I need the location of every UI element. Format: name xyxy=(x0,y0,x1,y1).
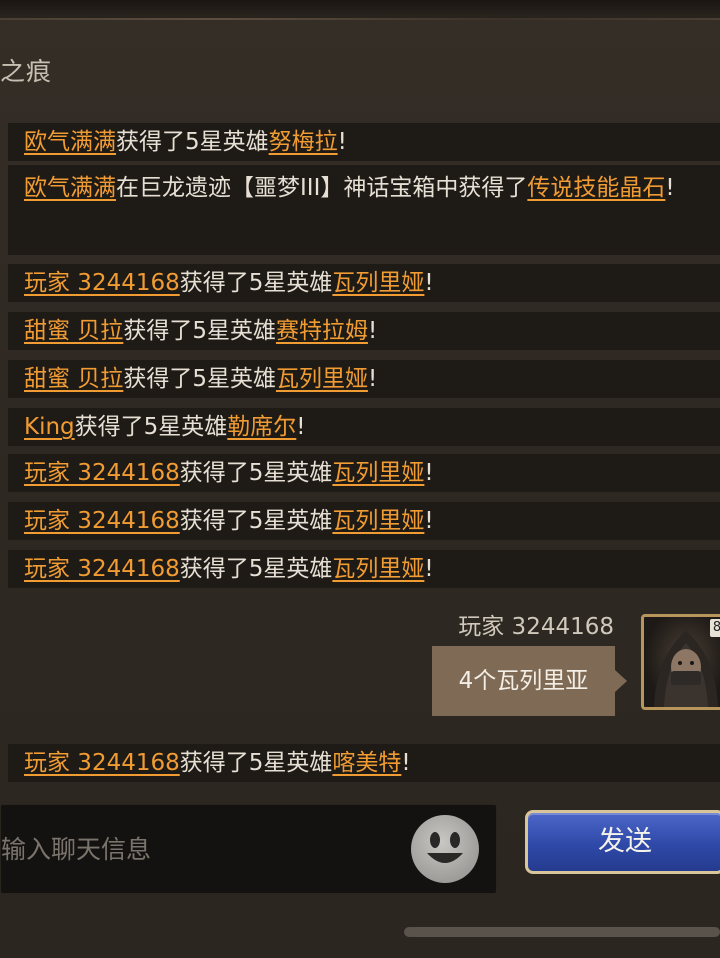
item-link[interactable]: 瓦列里娅 xyxy=(332,270,424,296)
chat-message: 甜蜜 贝拉获得了5星英雄赛特拉姆! xyxy=(8,312,720,350)
player-name-link[interactable]: 甜蜜 贝拉 xyxy=(24,366,123,392)
item-link[interactable]: 瓦列里娅 xyxy=(332,556,424,582)
chat-bubble: 4个瓦列里亚 xyxy=(432,646,627,716)
message-end: ! xyxy=(424,556,434,582)
home-indicator xyxy=(404,927,720,937)
chat-message: 玩家 3244168获得了5星英雄瓦列里娅! xyxy=(8,502,720,540)
chat-message: King获得了5星英雄勒席尔! xyxy=(8,408,720,446)
smiley-face-icon[interactable] xyxy=(411,815,479,883)
item-link[interactable]: 传说技能晶石 xyxy=(527,175,665,201)
message-end: ! xyxy=(424,460,434,486)
message-text: 获得了5星英雄 xyxy=(179,270,333,296)
player-avatar[interactable]: 8 xyxy=(641,614,720,710)
message-text: 获得了5星英雄 xyxy=(179,750,333,776)
chat-input[interactable] xyxy=(1,805,401,893)
chat-message: 玩家 3244168获得了5星英雄瓦列里娅! xyxy=(8,550,720,588)
item-link[interactable]: 努梅拉 xyxy=(269,129,338,155)
player-name-link[interactable]: 欧气满满 xyxy=(24,175,116,201)
message-text: 获得了5星英雄 xyxy=(123,366,276,392)
message-end: ! xyxy=(424,270,434,296)
chat-message: 欧气满满获得了5星英雄努梅拉! xyxy=(8,123,720,161)
player-name-link[interactable]: 玩家 3244168 xyxy=(24,508,180,534)
message-end: ! xyxy=(367,366,378,392)
smiley-face-glyph xyxy=(427,832,463,863)
message-end: ! xyxy=(401,750,411,776)
message-text: 获得了5星英雄 xyxy=(116,129,269,155)
player-name-link[interactable]: 玩家 3244168 xyxy=(24,556,180,582)
item-link[interactable]: 瓦列里娅 xyxy=(332,460,424,486)
message-end: ! xyxy=(665,175,675,201)
player-name-link[interactable]: King xyxy=(24,414,75,440)
message-text: 获得了5星英雄 xyxy=(179,556,333,582)
chat-message: 甜蜜 贝拉获得了5星英雄瓦列里娅! xyxy=(8,360,720,398)
message-end: ! xyxy=(296,414,306,440)
message-end: ! xyxy=(367,318,378,344)
message-text: 获得了5星英雄 xyxy=(123,318,276,344)
item-link[interactable]: 瓦列里娅 xyxy=(332,508,424,534)
chat-channel-title: 之痕 xyxy=(0,57,53,86)
avatar-level-badge: 8 xyxy=(710,619,720,637)
item-link[interactable]: 瓦列里娅 xyxy=(276,366,368,392)
chat-message: 玩家 3244168获得了5星英雄瓦列里娅! xyxy=(8,264,720,302)
chat-message: 欧气满满在巨龙遗迹【噩梦III】神话宝箱中获得了传说技能晶石! xyxy=(8,165,720,255)
message-text: 获得了5星英雄 xyxy=(179,508,333,534)
chat-sender-name: 玩家 3244168 xyxy=(458,614,614,640)
player-name-link[interactable]: 玩家 3244168 xyxy=(24,750,180,776)
chat-message: 玩家 3244168获得了5星英雄瓦列里娅! xyxy=(8,454,720,492)
chat-message: 玩家 3244168获得了5星英雄喀美特! xyxy=(8,744,720,782)
message-end: ! xyxy=(424,508,434,534)
message-end: ! xyxy=(337,129,347,155)
top-frame-edge xyxy=(0,0,720,20)
hooded-hero-icon xyxy=(654,631,718,707)
player-name-link[interactable]: 玩家 3244168 xyxy=(24,460,180,486)
message-text: 在巨龙遗迹【噩梦III】神话宝箱中获得了 xyxy=(116,175,528,201)
item-link[interactable]: 喀美特 xyxy=(332,750,401,776)
player-name-link[interactable]: 玩家 3244168 xyxy=(24,270,180,296)
item-link[interactable]: 勒席尔 xyxy=(227,414,296,440)
player-name-link[interactable]: 甜蜜 贝拉 xyxy=(24,318,123,344)
message-text: 获得了5星英雄 xyxy=(179,460,333,486)
send-button[interactable]: 发送 xyxy=(525,810,720,874)
player-name-link[interactable]: 欧气满满 xyxy=(24,129,116,155)
message-text: 获得了5星英雄 xyxy=(74,414,228,440)
item-link[interactable]: 赛特拉姆 xyxy=(276,318,368,344)
